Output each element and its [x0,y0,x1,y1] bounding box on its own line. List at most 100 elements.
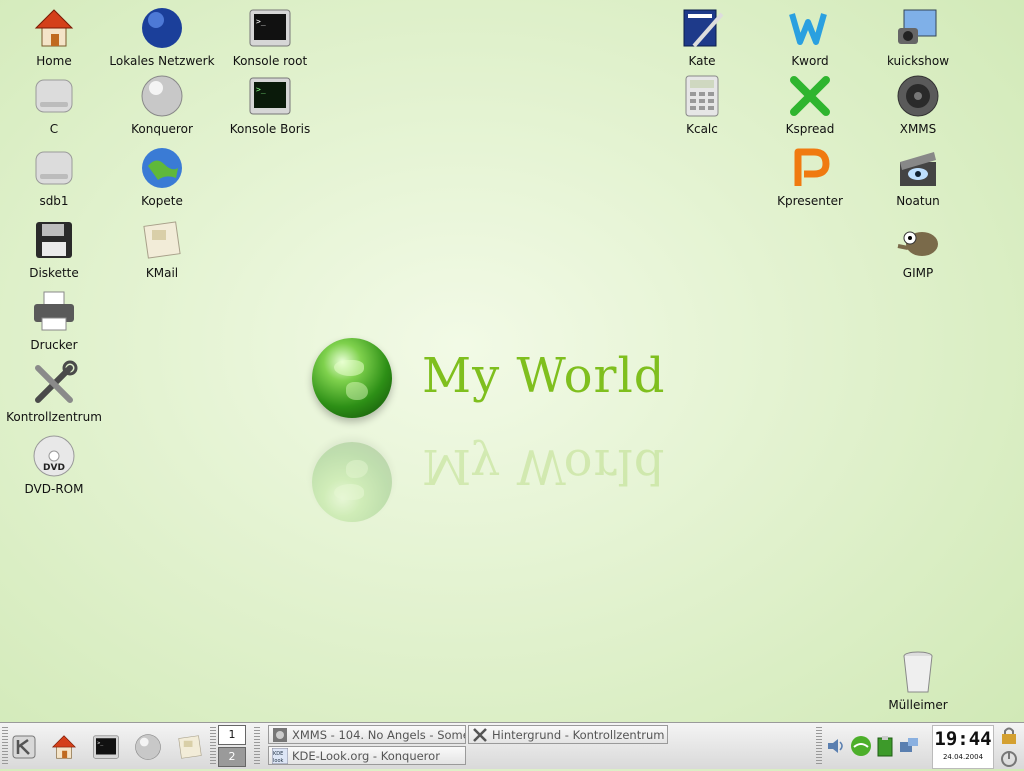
system-tray [826,729,924,763]
kopete-icon [142,148,182,188]
desktop-icon-konqueror[interactable]: Konqueror [108,72,216,136]
konqueror-icon [141,75,183,117]
panel-handle[interactable] [254,727,260,765]
desktop-icon-konsole-boris[interactable]: >_ Konsole Boris [216,72,324,136]
desktop-icon-label: DVD-ROM [24,482,84,496]
kopete-tray-icon[interactable] [850,735,872,757]
logout-icon[interactable] [998,748,1020,768]
task-label: XMMS - 104. No Angels - Some [292,727,466,742]
desktop-icon-label: Mülleimer [888,698,948,712]
desktop-icon-label: Kcalc [686,122,718,136]
svg-text:KDE: KDE [273,751,283,757]
home-icon [34,9,74,47]
kmail-icon [143,221,181,259]
wallpaper-globe-reflection [312,442,392,522]
desktop-icon-c-drive[interactable]: C [0,72,108,136]
wallpaper-globe [312,338,392,418]
desktop-icon-drucker[interactable]: Drucker [0,288,108,352]
desktop-icon-label: C [49,122,59,136]
desktop-icon-kuickshow[interactable]: kuickshow [864,4,972,68]
desktop-icon-kontrollzentrum[interactable]: Kontrollzentrum [0,360,108,424]
desktop-icon-kspread[interactable]: Kspread [756,72,864,136]
desktop-icon-kmail[interactable]: KMail [108,216,216,280]
konsole-launcher-button[interactable]: >_ [88,729,124,765]
desktop: Home C sdb1 Diskette Drucker Kontrollzen… [0,0,1024,722]
desktop-icon-label: Kopete [141,194,183,208]
noatun-icon [900,152,936,186]
kmail-icon [178,735,202,759]
volume-icon[interactable] [826,736,846,756]
clipboard-icon[interactable] [876,735,894,757]
panel-handle[interactable] [210,727,216,765]
task-list: XMMS - 104. No Angels - Some Hintergrund… [268,725,688,767]
task-label: Hintergrund - Kontrollzentrum [492,727,665,742]
desktop-icon-label: GIMP [902,266,934,280]
panel-handle[interactable] [816,727,822,765]
desktop-icon-noatun[interactable]: Noatun [864,144,972,208]
desktop-icon-xmms[interactable]: XMMS [864,72,972,136]
task-konqueror[interactable]: KDE look KDE-Look.org - Konqueror [268,746,466,765]
terminal-icon: >_ [93,735,119,759]
desktop-icon-sdb1[interactable]: sdb1 [0,144,108,208]
kuickshow-icon [898,9,937,44]
kde-menu-button[interactable] [6,729,42,765]
desktop-icon-label: Home [36,54,72,68]
desktop-icon-kate[interactable]: Kate [648,4,756,68]
clock[interactable]: 19:44 24.04.2004 [932,725,994,769]
taskbar: >_ 1 2 XMMS - 104. No Angels - Some Hint… [0,722,1024,769]
desktop-icon-label: Konsole Boris [229,122,311,136]
konqueror-launcher-button[interactable] [130,729,166,765]
desktop-icon-label: Kontrollzentrum [6,410,102,424]
desktop-icon-kword[interactable]: Kword [756,4,864,68]
wallpaper-title-reflection: My World [422,438,666,494]
desktop-icon-label: Kword [791,54,829,68]
kmail-launcher-button[interactable] [172,729,208,765]
desktop-icon-label: Kpresenter [777,194,843,208]
lock-logout-area [998,725,1020,767]
task-kontrollzentrum[interactable]: Hintergrund - Kontrollzentrum [468,725,668,744]
home-icon [51,735,77,759]
wallpaper-title: My World [422,348,666,404]
desktop-icon-konsole-root[interactable]: >_ Konsole root [216,4,324,68]
kspread-icon [790,76,830,116]
kate-icon [683,9,724,48]
kde-menu-icon [12,735,36,759]
desktop-icon-label: kuickshow [886,54,950,68]
hard-drive-icon [35,79,73,113]
desktop-pager: 1 2 [218,725,248,767]
svg-text:>_: >_ [256,85,266,94]
xmms-task-icon [273,727,287,742]
floppy-icon [36,222,72,258]
desktop-icon-lokales-netzwerk[interactable]: Lokales Netzwerk [108,4,216,68]
svg-text:>_: >_ [256,17,266,26]
tools-icon [35,360,78,403]
desktop-icon-label: Konqueror [131,122,193,136]
terminal-icon: >_ [249,9,291,47]
desktop-icon-kcalc[interactable]: Kcalc [648,72,756,136]
desktop-icon-kpresenter[interactable]: Kpresenter [756,144,864,208]
pager-desktop-2[interactable]: 2 [218,747,246,767]
lock-icon[interactable] [998,725,1020,745]
hard-drive-icon [35,151,73,185]
desktop-icon-diskette[interactable]: Diskette [0,216,108,280]
kword-icon [789,13,827,45]
desktop-icon-gimp[interactable]: GIMP [864,216,972,280]
kpresenter-icon [794,148,830,186]
desktop-icon-dvd-rom[interactable]: DVD DVD-ROM [0,432,108,496]
task-xmms[interactable]: XMMS - 104. No Angels - Some [268,725,466,744]
desktop-icon-home[interactable]: Home [0,4,108,68]
desktop-icon-label: sdb1 [39,194,69,208]
network-tray-icon[interactable] [898,736,920,756]
terminal-icon: >_ [249,77,291,115]
desktop-icon-label: Kate [688,54,716,68]
desktop-icon-label: Noatun [896,194,940,208]
gimp-icon [897,231,938,256]
tools-task-icon [473,727,487,742]
desktop-icon-kopete[interactable]: Kopete [108,144,216,208]
desktop-icon-label: Lokales Netzwerk [109,54,215,68]
desktop-icon-muelleimer[interactable]: Mülleimer [864,648,972,712]
home-launcher-button[interactable] [46,729,82,765]
pager-desktop-1[interactable]: 1 [218,725,246,745]
svg-text:DVD: DVD [43,463,65,473]
svg-text:>_: >_ [97,741,104,747]
